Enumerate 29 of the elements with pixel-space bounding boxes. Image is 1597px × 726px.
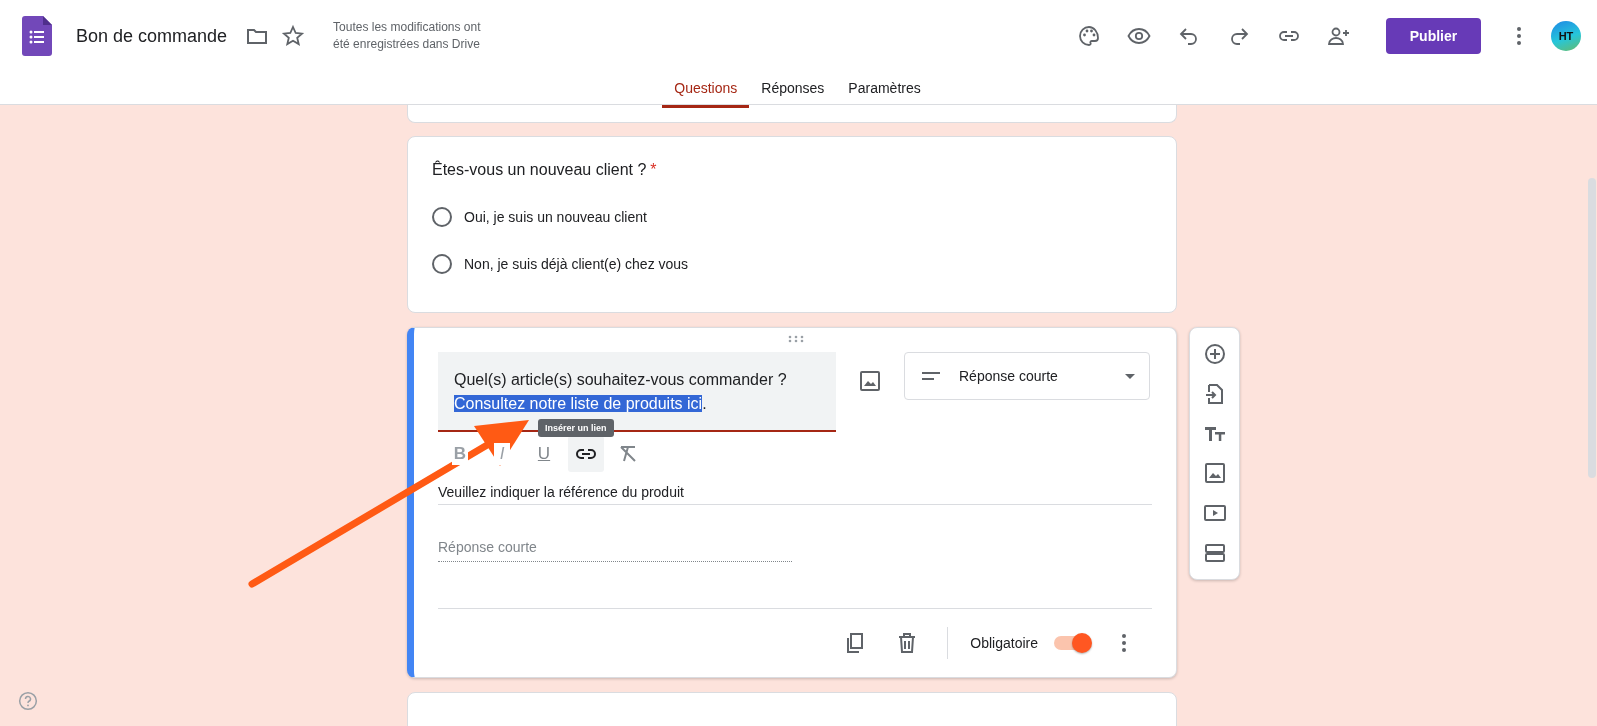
question-title: Êtes-vous un nouveau client ? [432,161,647,178]
palette-icon[interactable] [1077,24,1101,48]
save-status: Toutes les modifications ont été enregistrées dans Drive [333,19,482,53]
radio-button[interactable] [432,253,452,274]
question-description: Veuillez indiquer la référence du produit [438,484,1152,505]
form-title[interactable]: Bon de commande [76,25,228,47]
drag-handle-icon[interactable] [788,335,804,343]
image-icon[interactable] [858,369,882,393]
format-button[interactable]: U [526,436,562,472]
star-icon[interactable] [281,24,306,48]
caret-icon [1125,373,1135,379]
required-mark: * [650,161,657,178]
required-label: Obligatoire [970,635,1038,651]
answer-field[interactable]: Réponse courte [438,539,792,562]
scrollbar-thumb[interactable] [1588,178,1596,478]
option-label: Oui, je suis un nouveau client [464,208,647,225]
insert-link-button[interactable] [568,436,604,472]
tab[interactable]: Paramètres [836,72,933,108]
forms-logo-icon[interactable] [22,16,52,56]
tooltip: Insérer un lien [538,419,614,437]
image-icon[interactable] [1202,461,1227,486]
radio-button[interactable] [432,206,452,227]
question-type-dropdown[interactable]: Réponse courte [904,352,1150,400]
publish-button[interactable]: Publier [1386,18,1481,54]
required-toggle[interactable] [1054,636,1090,650]
option-label: Non, je suis déjà client(e) chez vous [464,255,689,272]
add-icon[interactable] [1202,341,1227,366]
account-avatar[interactable]: HT [1551,21,1581,51]
tab[interactable]: Réponses [749,72,837,108]
